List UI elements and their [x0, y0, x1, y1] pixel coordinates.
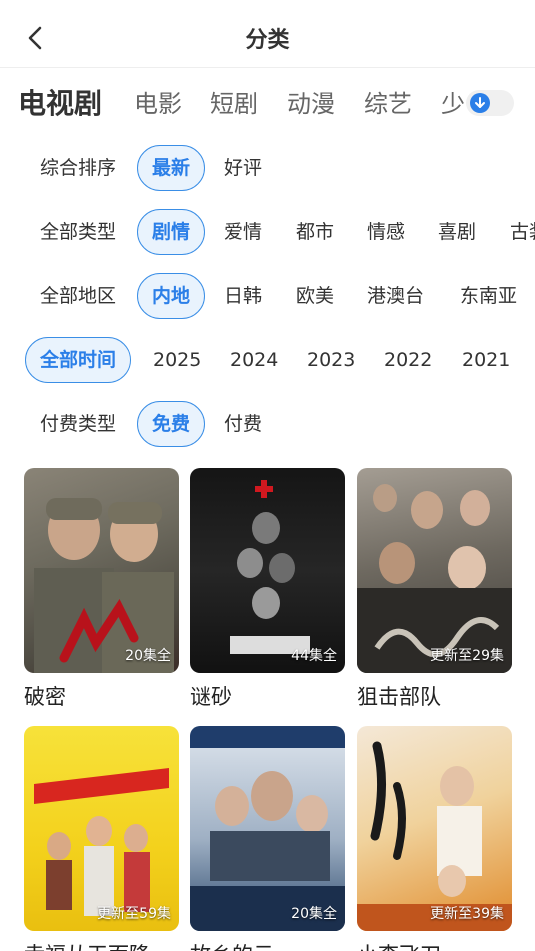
show-title: 幸福从天而降 [24, 939, 179, 951]
filter-row-genre: 全部类型 剧情 爱情 都市 情感 喜剧 古装 [0, 209, 535, 255]
filter-region-jpkr[interactable]: 日韩 [209, 273, 277, 319]
filter-region-hkmotw[interactable]: 港澳台 [352, 273, 439, 319]
tab-movie[interactable]: 电影 [134, 82, 182, 126]
poster-image: 更新至29集 [357, 468, 512, 673]
show-title: 小李飞刀 [357, 939, 512, 951]
filter-genre-urban[interactable]: 都市 [281, 209, 349, 255]
filter-sort-latest[interactable]: 最新 [137, 145, 206, 191]
filter-row-year: 全部时间 2025 2024 2023 2022 2021 [0, 337, 535, 383]
show-card[interactable]: 更新至59集 幸福从天而降 [24, 726, 179, 951]
show-title: 故乡的云 [190, 939, 345, 951]
filter-sort-rating[interactable]: 好评 [209, 145, 277, 191]
show-card[interactable]: 更新至29集 狙击部队 [357, 468, 512, 711]
filter-row-sort: 综合排序 最新 好评 [0, 145, 535, 191]
episode-badge: 20集全 [291, 906, 337, 922]
filter-genre-comedy[interactable]: 喜剧 [423, 209, 491, 255]
filter-year-2025[interactable]: 2025 [138, 337, 216, 383]
filter-pay-paid[interactable]: 付费 [209, 401, 277, 447]
tab-anime[interactable]: 动漫 [287, 82, 335, 126]
tab-tv-series[interactable]: 电视剧 [18, 82, 102, 126]
top-bar: 分类 [0, 0, 535, 68]
page-title: 分类 [245, 28, 290, 53]
filter-pay-free[interactable]: 免费 [137, 401, 206, 447]
show-title: 破密 [24, 685, 66, 709]
filter-row-pay: 付费类型 免费 付费 [0, 401, 535, 447]
filter-year-2021[interactable]: 2021 [447, 337, 525, 383]
episode-badge: 更新至59集 [97, 906, 171, 922]
episode-badge: 更新至39集 [430, 906, 504, 922]
filter-year-all[interactable]: 全部时间 [25, 337, 132, 383]
arrow-down-icon [475, 97, 485, 108]
tab-short-drama[interactable]: 短剧 [210, 82, 258, 126]
show-title: 狙击部队 [357, 685, 441, 709]
filter-region-all[interactable]: 全部地区 [25, 273, 131, 319]
poster-image: 更新至39集 [357, 726, 512, 931]
filter-genre-drama[interactable]: 剧情 [137, 209, 206, 255]
tab-variety[interactable]: 综艺 [364, 82, 412, 126]
episode-badge: 更新至29集 [430, 648, 504, 664]
filter-region-mainland[interactable]: 内地 [137, 273, 206, 319]
show-card[interactable]: 20集全 破密 [24, 468, 179, 711]
category-expand-toggle[interactable] [466, 90, 514, 116]
filter-year-2024[interactable]: 2024 [215, 337, 293, 383]
filter-sort-all[interactable]: 综合排序 [25, 145, 131, 191]
filter-region-west[interactable]: 欧美 [281, 273, 349, 319]
filter-genre-costume[interactable]: 古装 [495, 209, 535, 255]
show-card[interactable]: 20集全 故乡的云 [190, 726, 345, 951]
filter-year-2023[interactable]: 2023 [292, 337, 370, 383]
filter-region-sea[interactable]: 东南亚 [445, 273, 532, 319]
poster-image: 20集全 [24, 468, 179, 673]
filter-genre-romance[interactable]: 爱情 [209, 209, 277, 255]
category-tabs: 电视剧 电影 短剧 动漫 综艺 少 [0, 82, 535, 126]
poster-image: 44集全 [190, 468, 345, 673]
filter-genre-emotion[interactable]: 情感 [352, 209, 420, 255]
filter-row-region: 全部地区 内地 日韩 欧美 港澳台 东南亚 [0, 273, 535, 319]
show-card[interactable]: 44集全 谜砂 [190, 468, 345, 711]
filter-pay-all[interactable]: 付费类型 [25, 401, 131, 447]
tab-kids[interactable]: 少 [441, 82, 465, 126]
filter-genre-all[interactable]: 全部类型 [25, 209, 131, 255]
episode-badge: 20集全 [125, 648, 171, 664]
episode-badge: 44集全 [291, 648, 337, 664]
poster-image: 20集全 [190, 726, 345, 931]
show-card[interactable]: 更新至39集 小李飞刀 [357, 726, 512, 951]
show-title: 谜砂 [190, 685, 232, 709]
poster-image: 更新至59集 [24, 726, 179, 931]
filter-year-2022[interactable]: 2022 [369, 337, 447, 383]
